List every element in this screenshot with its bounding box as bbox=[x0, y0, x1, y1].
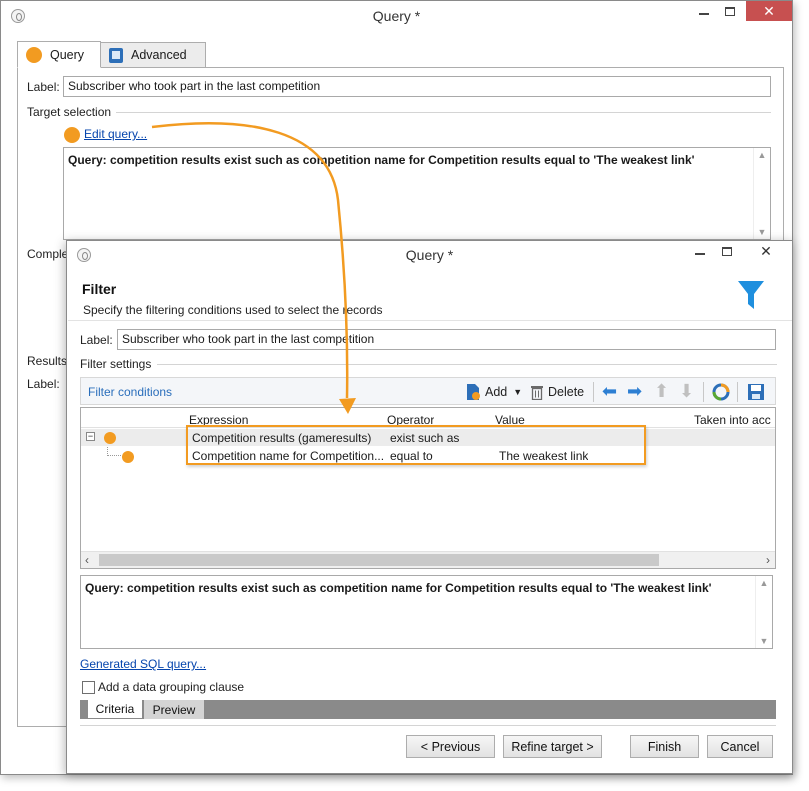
query-dot-icon bbox=[26, 46, 42, 63]
annotation-arrow bbox=[151, 122, 356, 414]
tab-query[interactable]: Query bbox=[17, 41, 101, 68]
tab-query-label: Query bbox=[50, 47, 85, 62]
